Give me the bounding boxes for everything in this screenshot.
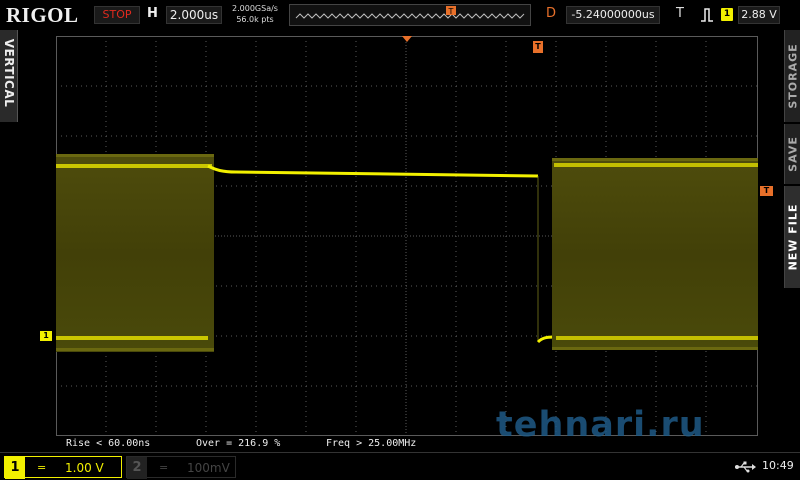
waveform-overview-icon: T bbox=[295, 6, 525, 19]
ch1-offset-marker[interactable]: 1 bbox=[40, 331, 52, 341]
run-stop-status[interactable]: STOP bbox=[94, 6, 140, 24]
channel-2-box[interactable]: 2 = 100mV bbox=[126, 456, 236, 479]
usb-icon bbox=[735, 461, 756, 473]
channel-2-scale: 100mV bbox=[187, 461, 230, 475]
memory-overview-bar[interactable]: T bbox=[289, 4, 531, 26]
trigger-position-marker[interactable]: T bbox=[533, 41, 543, 53]
measurement-overshoot: Over = 216.9 % bbox=[196, 438, 281, 449]
trigger-label: T bbox=[676, 6, 684, 21]
measurement-readout: Rise < 60.00ns Over = 216.9 % Freq > 25.… bbox=[56, 438, 756, 450]
horizontal-label: H bbox=[147, 6, 158, 21]
channel-1-box[interactable]: 1 = 1.00 V bbox=[4, 456, 122, 479]
measurement-rise: Rise < 60.00ns bbox=[66, 438, 151, 449]
trigger-level-marker[interactable]: T bbox=[760, 186, 773, 196]
channel-1-number: 1 bbox=[5, 457, 25, 479]
brand-logo: RIGOL bbox=[6, 3, 79, 27]
save-menu-tab[interactable]: SAVE bbox=[784, 124, 800, 184]
delay-value[interactable]: -5.24000000us bbox=[566, 6, 660, 24]
clock-time: 10:49 bbox=[762, 459, 794, 472]
save-tab-label: SAVE bbox=[786, 136, 800, 172]
ch1-trace-flat bbox=[207, 164, 555, 344]
new-file-tab-label: NEW FILE bbox=[786, 203, 800, 271]
trigger-level-value[interactable]: 2.88 V bbox=[738, 6, 780, 24]
horizontal-timebase[interactable]: 2.000us bbox=[166, 6, 222, 24]
channel-status-bar: 1 = 1.00 V 2 = 100mV 10:49 bbox=[0, 452, 800, 480]
ch1-envelope-right bbox=[552, 158, 758, 350]
waveform-display[interactable] bbox=[56, 36, 758, 436]
rising-edge-icon[interactable] bbox=[700, 7, 714, 23]
storage-menu-tab[interactable]: STORAGE bbox=[784, 30, 800, 122]
top-status-bar: RIGOL STOP H 2.000us 2.000GSa/s 56.0k pt… bbox=[0, 0, 800, 30]
trigger-source-badge: 1 bbox=[721, 8, 733, 21]
horizontal-position-marker bbox=[402, 36, 412, 42]
vertical-tab-label: VERTICAL bbox=[2, 38, 16, 108]
waveform-grid-area bbox=[56, 36, 758, 436]
delay-label: D bbox=[546, 6, 557, 21]
channel-2-number: 2 bbox=[127, 457, 147, 479]
memory-depth: 56.0k pts bbox=[236, 15, 274, 24]
new-file-menu-tab[interactable]: NEW FILE bbox=[784, 186, 800, 288]
sample-rate: 2.000GSa/s bbox=[232, 4, 278, 13]
measurement-frequency: Freq > 25.00MHz bbox=[326, 438, 417, 449]
svg-text:T: T bbox=[448, 7, 454, 16]
channel-1-coupling-icon: = bbox=[37, 461, 47, 474]
channel-1-scale: 1.00 V bbox=[65, 461, 104, 475]
vertical-menu-tab[interactable]: VERTICAL bbox=[0, 30, 18, 122]
storage-tab-label: STORAGE bbox=[786, 43, 800, 109]
ch1-envelope-left bbox=[56, 154, 214, 352]
channel-2-coupling-icon: = bbox=[159, 461, 169, 474]
